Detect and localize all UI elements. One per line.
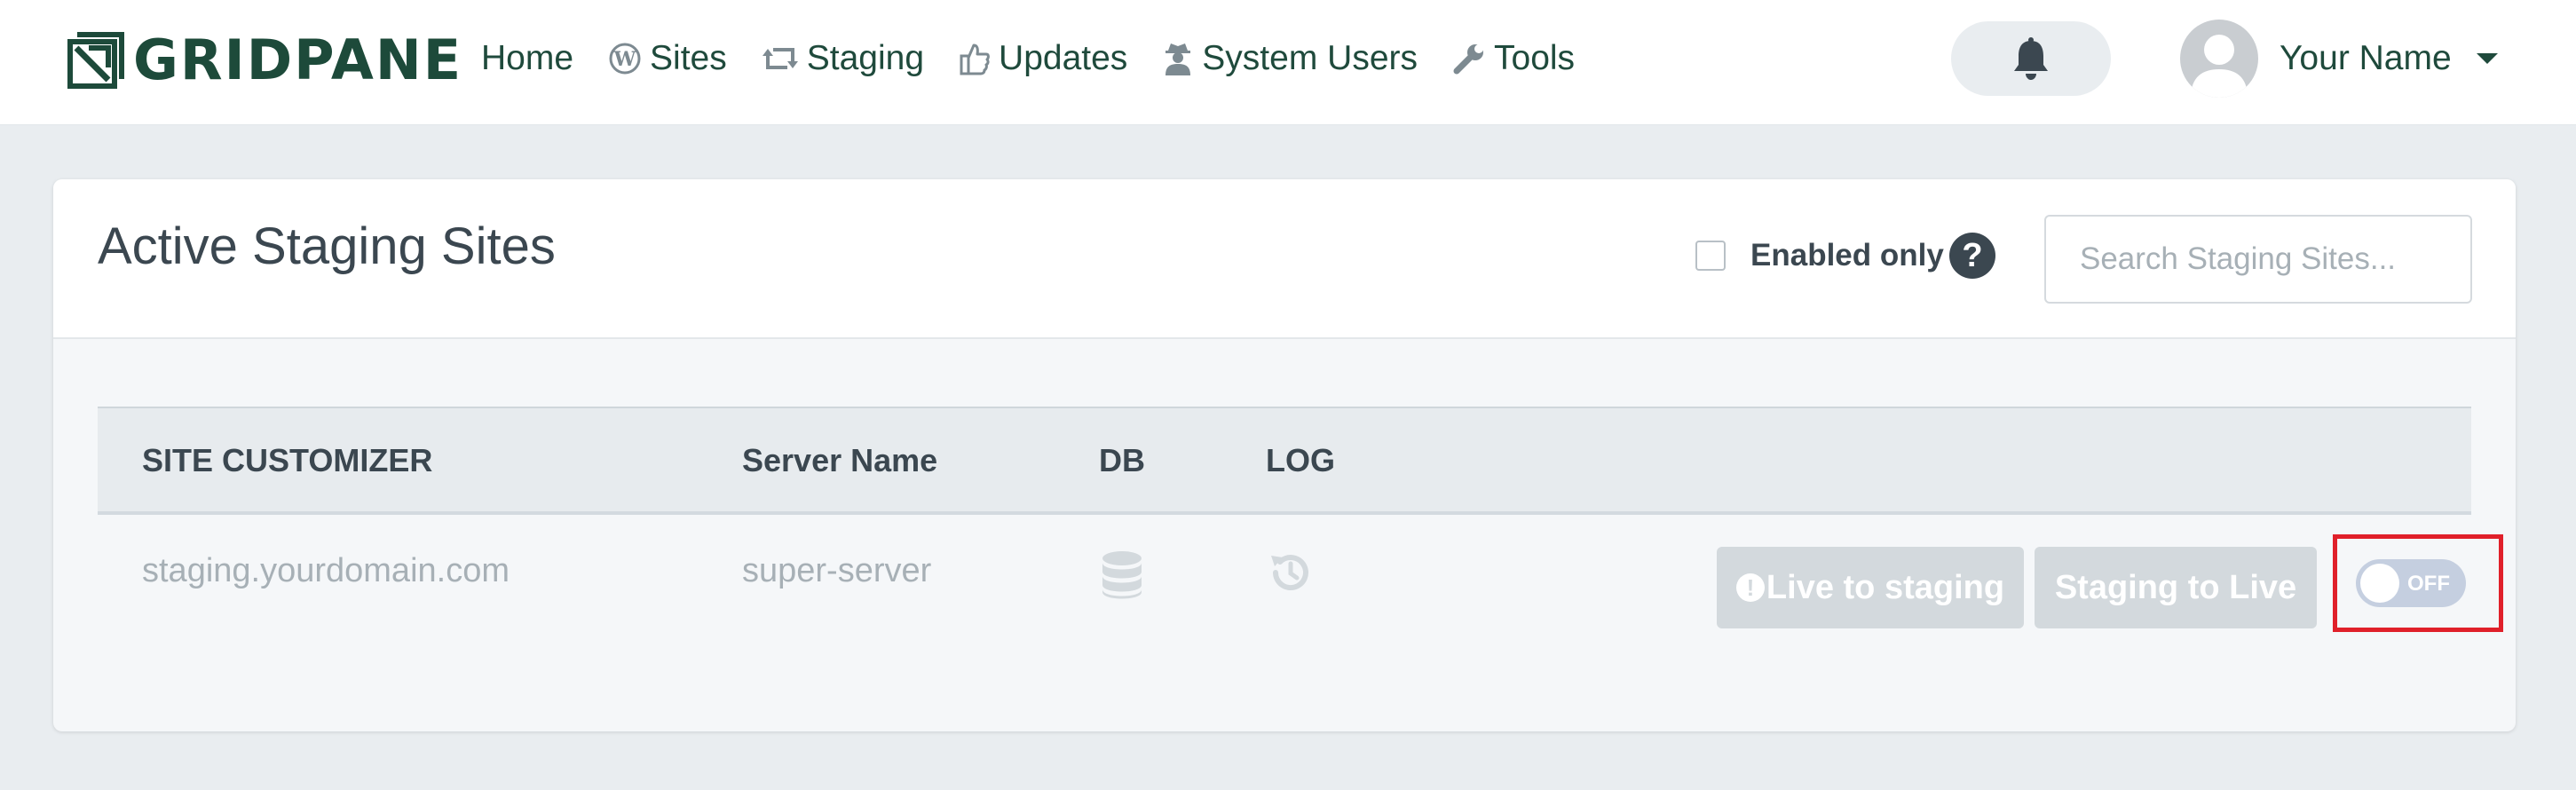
live-to-staging-button[interactable]: ! Live to staging: [1717, 547, 2024, 628]
nav-staging-label: Staging: [806, 39, 925, 77]
nav-updates-label: Updates: [999, 39, 1128, 77]
user-secret-icon: [1163, 42, 1193, 75]
nav-sites[interactable]: W Sites: [609, 39, 727, 78]
avatar: [2180, 20, 2258, 98]
nav-sites-label: Sites: [650, 39, 727, 77]
database-icon[interactable]: [1101, 550, 1143, 604]
column-db: DB: [1099, 442, 1145, 478]
search-staging-input[interactable]: [2044, 215, 2472, 304]
enabled-only-label: Enabled only: [1750, 238, 1944, 273]
live-to-staging-label: Live to staging: [1766, 568, 2005, 606]
notifications-button[interactable]: [1951, 21, 2111, 96]
toggle-state-label: OFF: [2407, 572, 2450, 596]
nav-home-label: Home: [481, 39, 574, 77]
user-menu[interactable]: Your Name: [2180, 18, 2498, 99]
bell-icon: [2014, 37, 2048, 80]
page-title: Active Staging Sites: [98, 217, 556, 275]
enabled-only-filter[interactable]: Enabled only: [1695, 238, 1944, 273]
main-nav: Home W Sites Staging Updates System User…: [481, 32, 1610, 85]
staging-enable-toggle[interactable]: OFF: [2356, 559, 2466, 607]
nav-staging[interactable]: Staging: [762, 39, 925, 78]
retweet-icon: [762, 44, 798, 73]
toggle-knob: [2360, 564, 2399, 603]
column-site-customizer: SITE CUSTOMIZER: [142, 442, 433, 478]
card-header: Active Staging Sites Enabled only ?: [53, 179, 2516, 339]
thumbs-up-icon: [960, 42, 990, 75]
nav-home[interactable]: Home: [481, 39, 573, 78]
site-url[interactable]: staging.yourdomain.com: [142, 552, 510, 590]
caret-down-icon: [2476, 53, 2498, 64]
top-navbar: GRIDPANE Home W Sites Staging Updates Sy…: [0, 0, 2576, 125]
staging-to-live-label: Staging to Live: [2054, 568, 2297, 606]
user-name: Your Name: [2280, 39, 2452, 77]
gridpane-logo-icon: [67, 32, 124, 89]
column-log: LOG: [1266, 442, 1335, 478]
wordpress-icon: W: [609, 43, 641, 75]
table-row: staging.yourdomain.com super-server ! Li…: [98, 515, 2503, 648]
nav-tools-label: Tools: [1494, 39, 1576, 77]
column-server-name: Server Name: [742, 442, 938, 478]
nav-updates[interactable]: Updates: [960, 39, 1127, 78]
brand-name: GRIDPANE: [133, 28, 463, 92]
brand-logo[interactable]: GRIDPANE: [67, 28, 462, 92]
staging-sites-card: Active Staging Sites Enabled only ? SITE…: [53, 179, 2516, 731]
staging-to-live-button[interactable]: Staging to Live: [2035, 547, 2317, 628]
enabled-only-checkbox[interactable]: [1695, 241, 1726, 271]
nav-system-users-label: System Users: [1202, 39, 1418, 77]
wrench-icon: [1453, 43, 1485, 75]
nav-tools[interactable]: Tools: [1453, 39, 1575, 78]
nav-system-users[interactable]: System Users: [1163, 39, 1418, 78]
server-name: super-server: [742, 552, 932, 589]
table-header: SITE CUSTOMIZER Server Name DB LOG: [98, 407, 2471, 515]
exclamation-icon: !: [1735, 573, 1765, 602]
help-icon[interactable]: ?: [1949, 233, 1995, 279]
history-icon[interactable]: [1268, 550, 1312, 599]
svg-text:W: W: [613, 48, 636, 71]
